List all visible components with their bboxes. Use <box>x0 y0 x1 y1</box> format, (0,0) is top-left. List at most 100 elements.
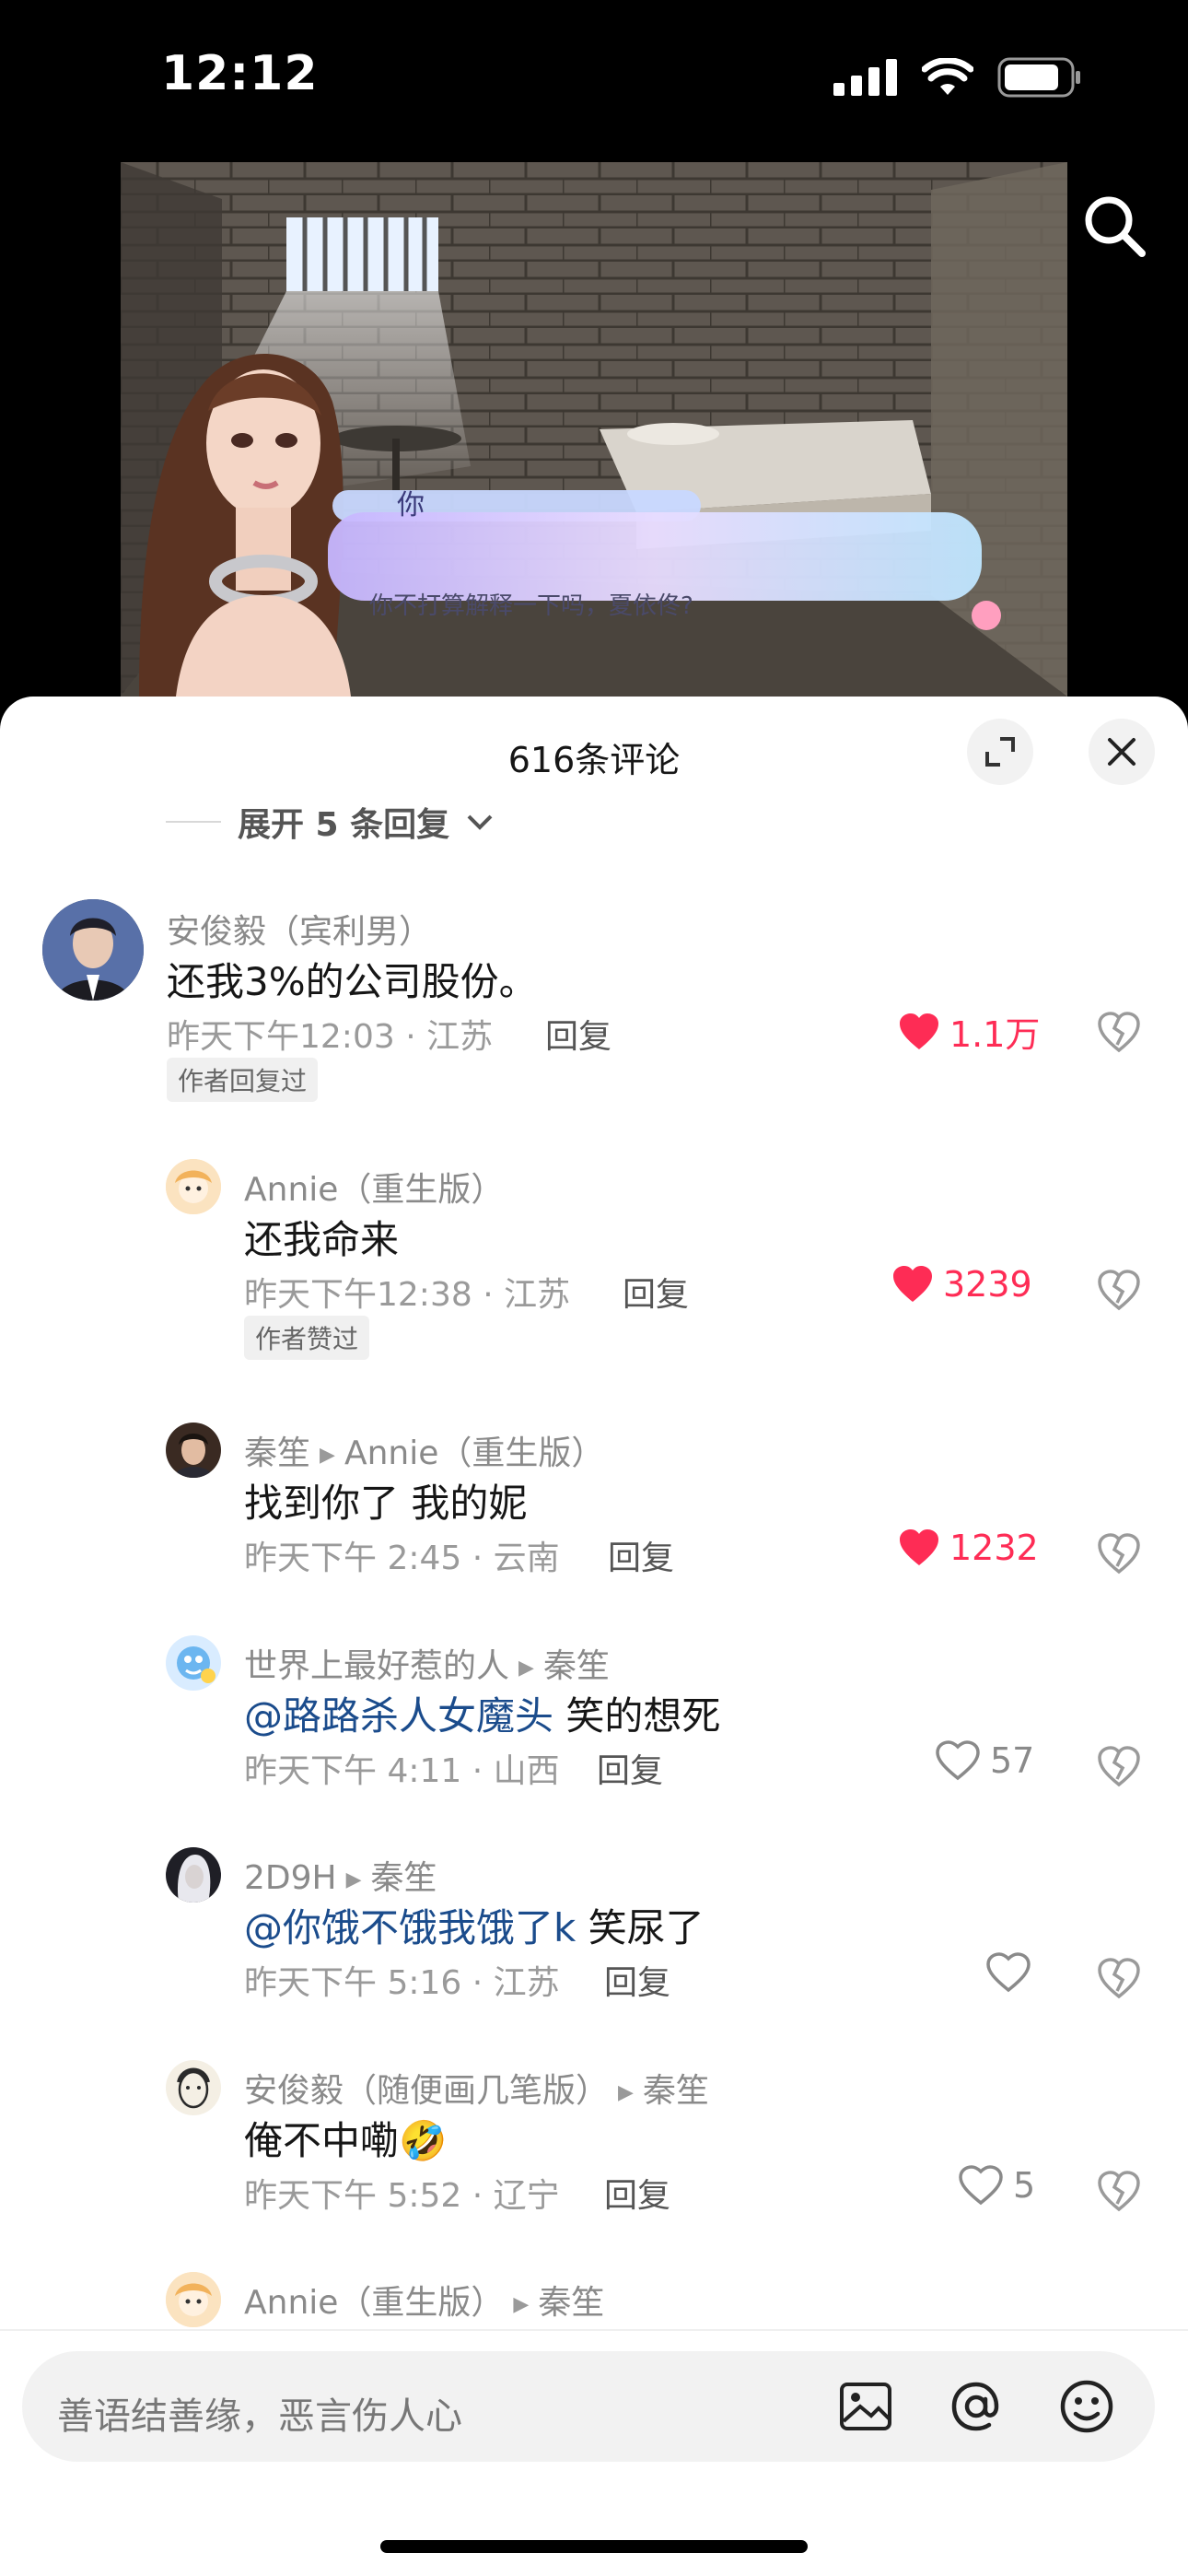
emoji-icon[interactable] <box>1054 2373 1120 2440</box>
comment-text: 俺不中嘞🤣 <box>244 2118 448 2163</box>
comment-body: 笑尿了 <box>576 1905 705 1950</box>
mention-icon[interactable] <box>943 2373 1009 2440</box>
comment-author[interactable]: 安俊毅（宾利男） <box>167 905 432 953</box>
like-button[interactable]: 57 <box>935 1740 1034 1781</box>
like-count: 1232 <box>949 1528 1039 1568</box>
reply-button[interactable]: 回复 <box>623 1268 689 1316</box>
expand-icon <box>985 737 1015 767</box>
dislike-icon[interactable] <box>1096 1268 1142 1314</box>
reply-arrow-icon: ▶ <box>618 2080 634 2104</box>
reply-button[interactable]: 回复 <box>604 2169 670 2217</box>
status-icons <box>833 57 1082 98</box>
author-name[interactable]: 安俊毅（随便画几笔版） <box>244 2072 609 2110</box>
heart-filled-icon <box>900 1529 938 1565</box>
like-count: 5 <box>1013 2165 1036 2206</box>
status-time: 12:12 <box>161 46 319 101</box>
home-indicator[interactable] <box>380 2540 808 2553</box>
comment-meta: 昨天下午12:03 · 江苏 <box>167 1018 494 1056</box>
comment-author: 安俊毅（随便画几笔版） ▶ 秦笙 <box>244 2064 709 2112</box>
avatar[interactable] <box>166 1635 221 1691</box>
reply-arrow-icon: ▶ <box>513 2292 530 2316</box>
reply-item: 秦笙 ▶ Annie（重生版） 找到你了 我的妮 昨天下午 2:45 · 云南 回复… <box>0 1415 1188 1618</box>
comment-author[interactable]: Annie（重生版） <box>244 1163 504 1211</box>
author-name[interactable]: 世界上最好惹的人 <box>244 1647 509 1685</box>
mention-link[interactable]: @你饿不饿我饿了k <box>244 1905 576 1950</box>
dialogue-text: 你不打算解释一下吗，夏依佟? <box>369 592 693 620</box>
close-button[interactable] <box>1089 719 1155 785</box>
video-player[interactable]: 你 你不打算解释一下吗，夏依佟? <box>121 162 1067 697</box>
dislike-icon[interactable] <box>1096 1956 1142 2002</box>
avatar[interactable] <box>42 899 144 1001</box>
like-count: 57 <box>990 1740 1035 1781</box>
signal-icon <box>833 59 897 96</box>
comment-text: 找到你了 我的妮 <box>244 1481 528 1526</box>
avatar[interactable] <box>166 1159 221 1214</box>
search-icon[interactable] <box>1077 189 1151 263</box>
reply-to-name[interactable]: 秦笙 <box>543 1647 610 1685</box>
author-name[interactable]: 秦笙 <box>244 1434 310 1472</box>
comment-body: 笑的想死 <box>553 1693 721 1739</box>
expand-replies-label: 展开 5 条回复 <box>238 806 450 844</box>
like-button[interactable]: 1.1万 <box>898 1006 1040 1057</box>
dislike-icon[interactable] <box>1096 1010 1142 1056</box>
reply-arrow-icon: ▶ <box>320 1443 335 1467</box>
reply-item: 安俊毅（随便画几笔版） ▶ 秦笙 俺不中嘞🤣 昨天下午 5:52 · 辽宁 回复 5 <box>0 2053 1188 2255</box>
heart-outline-icon <box>959 2165 1003 2206</box>
comment-input[interactable]: 善语结善缘，恶言伤人心 <box>22 2351 1155 2462</box>
dislike-icon[interactable] <box>1096 1744 1142 1790</box>
reply-button[interactable]: 回复 <box>604 1956 670 2004</box>
reply-item: Annie（重生版） ▶ 秦笙 <box>0 2265 1188 2338</box>
avatar[interactable] <box>166 1423 221 1478</box>
comment-meta: 昨天下午 5:52 · 辽宁 <box>244 2177 560 2215</box>
comment-text: @你饿不饿我饿了k 笑尿了 <box>244 1897 705 1953</box>
author-name[interactable]: 2D9H <box>244 1859 337 1897</box>
like-button[interactable]: 1232 <box>898 1528 1039 1568</box>
image-icon[interactable] <box>833 2373 899 2440</box>
dislike-icon[interactable] <box>1096 2169 1142 2215</box>
close-icon <box>1108 738 1136 766</box>
dislike-icon[interactable] <box>1096 1531 1142 1577</box>
video-scene: 你 你不打算解释一下吗，夏依佟? <box>121 162 1067 697</box>
reply-button[interactable]: 回复 <box>608 1531 674 1579</box>
heart-filled-icon <box>893 1266 932 1302</box>
divider <box>0 2329 1188 2331</box>
avatar[interactable] <box>166 2060 221 2115</box>
comment-meta: 昨天下午12:38 · 江苏 <box>244 1276 571 1314</box>
reply-button[interactable]: 回复 <box>545 1010 611 1058</box>
like-count: 3239 <box>943 1264 1032 1305</box>
comment-meta: 昨天下午 4:11 · 山西 <box>244 1752 560 1790</box>
heart-filled-icon <box>900 1013 938 1049</box>
wifi-icon <box>922 58 973 95</box>
comment-text: 还我3%的公司股份。 <box>167 959 538 1004</box>
like-button[interactable]: 3239 <box>891 1264 1032 1305</box>
author-name[interactable]: Annie（重生版） <box>244 2284 504 2322</box>
reply-item: 世界上最好惹的人 ▶ 秦笙 @路路杀人女魔头 笑的想死 昨天下午 4:11 · 山西… <box>0 1628 1188 1831</box>
avatar[interactable] <box>166 1847 221 1903</box>
chevron-down-icon <box>467 814 493 830</box>
speaker-name: 你 <box>397 489 425 521</box>
like-button[interactable] <box>985 1952 1041 1993</box>
comment-input-placeholder: 善语结善缘，恶言伤人心 <box>57 2395 462 2438</box>
reply-to-name[interactable]: 秦笙 <box>538 2284 604 2322</box>
author-liked-badge: 作者赞过 <box>244 1316 370 1360</box>
reply-to-name[interactable]: Annie（重生版） <box>344 1434 604 1472</box>
comment-author: 秦笙 ▶ Annie（重生版） <box>244 1426 604 1474</box>
comment-text: 还我命来 <box>244 1217 400 1262</box>
expand-sheet-button[interactable] <box>967 719 1033 785</box>
reply-arrow-icon: ▶ <box>518 1656 534 1680</box>
heart-outline-icon <box>986 1952 1031 1993</box>
mention-link[interactable]: @路路杀人女魔头 <box>244 1693 553 1739</box>
avatar[interactable] <box>166 2272 221 2327</box>
reply-to-name[interactable]: 秦笙 <box>371 1859 437 1897</box>
reply-to-name[interactable]: 秦笙 <box>643 2072 709 2110</box>
reply-arrow-icon: ▶ <box>345 1868 362 1891</box>
comment-meta: 昨天下午 2:45 · 云南 <box>244 1540 560 1577</box>
reply-item: 2D9H ▶ 秦笙 @你饿不饿我饿了k 笑尿了 昨天下午 5:16 · 江苏 回复 <box>0 1840 1188 2043</box>
divider-line <box>166 821 221 823</box>
comment-author: Annie（重生版） ▶ 秦笙 <box>244 2276 604 2324</box>
like-button[interactable]: 5 <box>958 2165 1035 2206</box>
reply-button[interactable]: 回复 <box>597 1744 663 1792</box>
comment-meta: 昨天下午 5:16 · 江苏 <box>244 1964 560 2002</box>
comment-sheet: 616条评论 展开 5 条回复 安俊毅（宾利男） 还我3%的公司股份。 昨天下午… <box>0 697 1188 2576</box>
expand-replies-link[interactable]: 展开 5 条回复 <box>166 798 494 846</box>
